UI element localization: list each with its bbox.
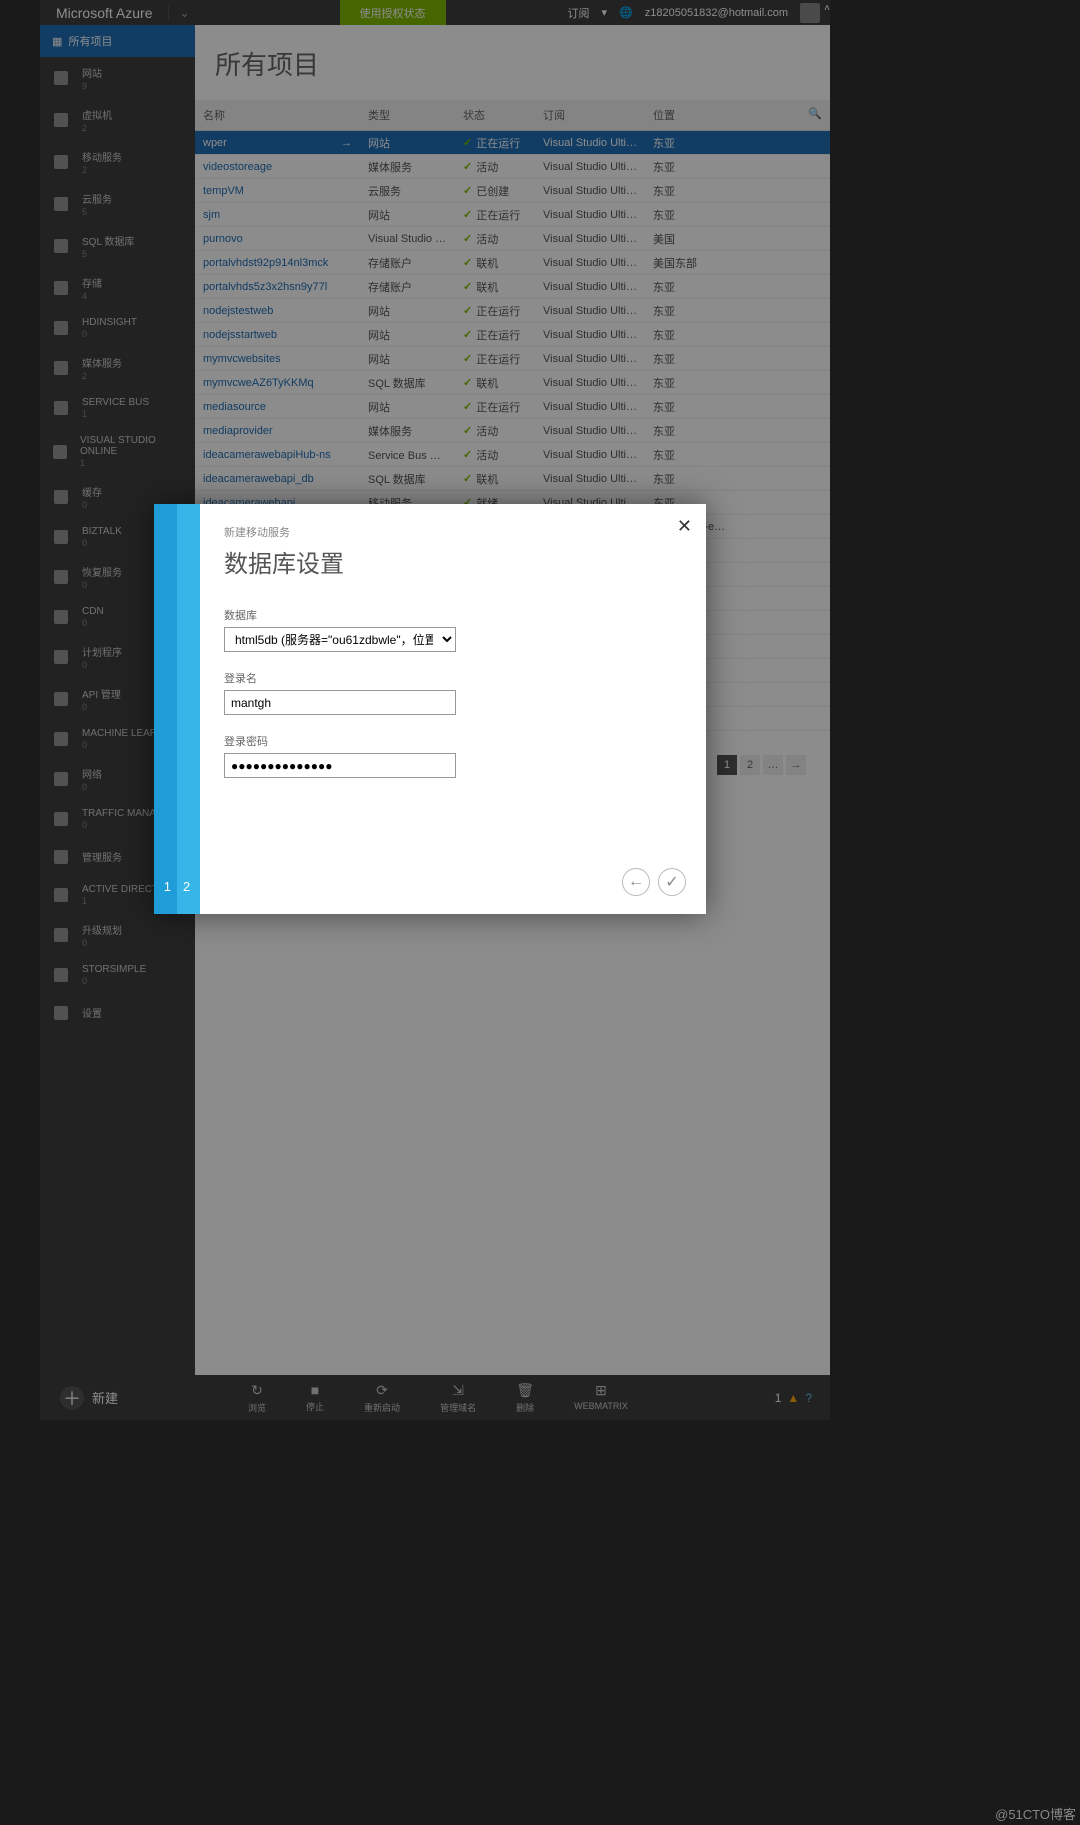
step-1[interactable]: 1 xyxy=(164,879,171,894)
modal-overlay: 1 2 ✕ 新建移动服务 数据库设置 数据库 html5db (服务器="ou6… xyxy=(40,0,830,1420)
complete-button[interactable]: ✓ xyxy=(658,868,686,896)
password-label: 登录密码 xyxy=(224,733,682,749)
close-icon[interactable]: ✕ xyxy=(677,516,692,537)
dialog-title: 数据库设置 xyxy=(224,544,682,579)
database-label: 数据库 xyxy=(224,607,682,623)
database-select[interactable]: html5db (服务器="ou61zdbwle"，位置=东亚) xyxy=(224,627,456,652)
chevron-up-icon[interactable]: ˄ xyxy=(824,3,830,14)
watermark: @51CTO博客 xyxy=(995,1804,1076,1823)
dialog-subtitle: 新建移动服务 xyxy=(224,524,682,540)
wizard-steps: 1 2 xyxy=(154,504,200,914)
new-mobile-service-dialog: 1 2 ✕ 新建移动服务 数据库设置 数据库 html5db (服务器="ou6… xyxy=(154,504,706,914)
password-input[interactable] xyxy=(224,753,456,778)
back-button[interactable]: ← xyxy=(622,868,650,896)
login-input[interactable] xyxy=(224,690,456,715)
step-2[interactable]: 2 xyxy=(183,879,190,894)
login-label: 登录名 xyxy=(224,670,682,686)
